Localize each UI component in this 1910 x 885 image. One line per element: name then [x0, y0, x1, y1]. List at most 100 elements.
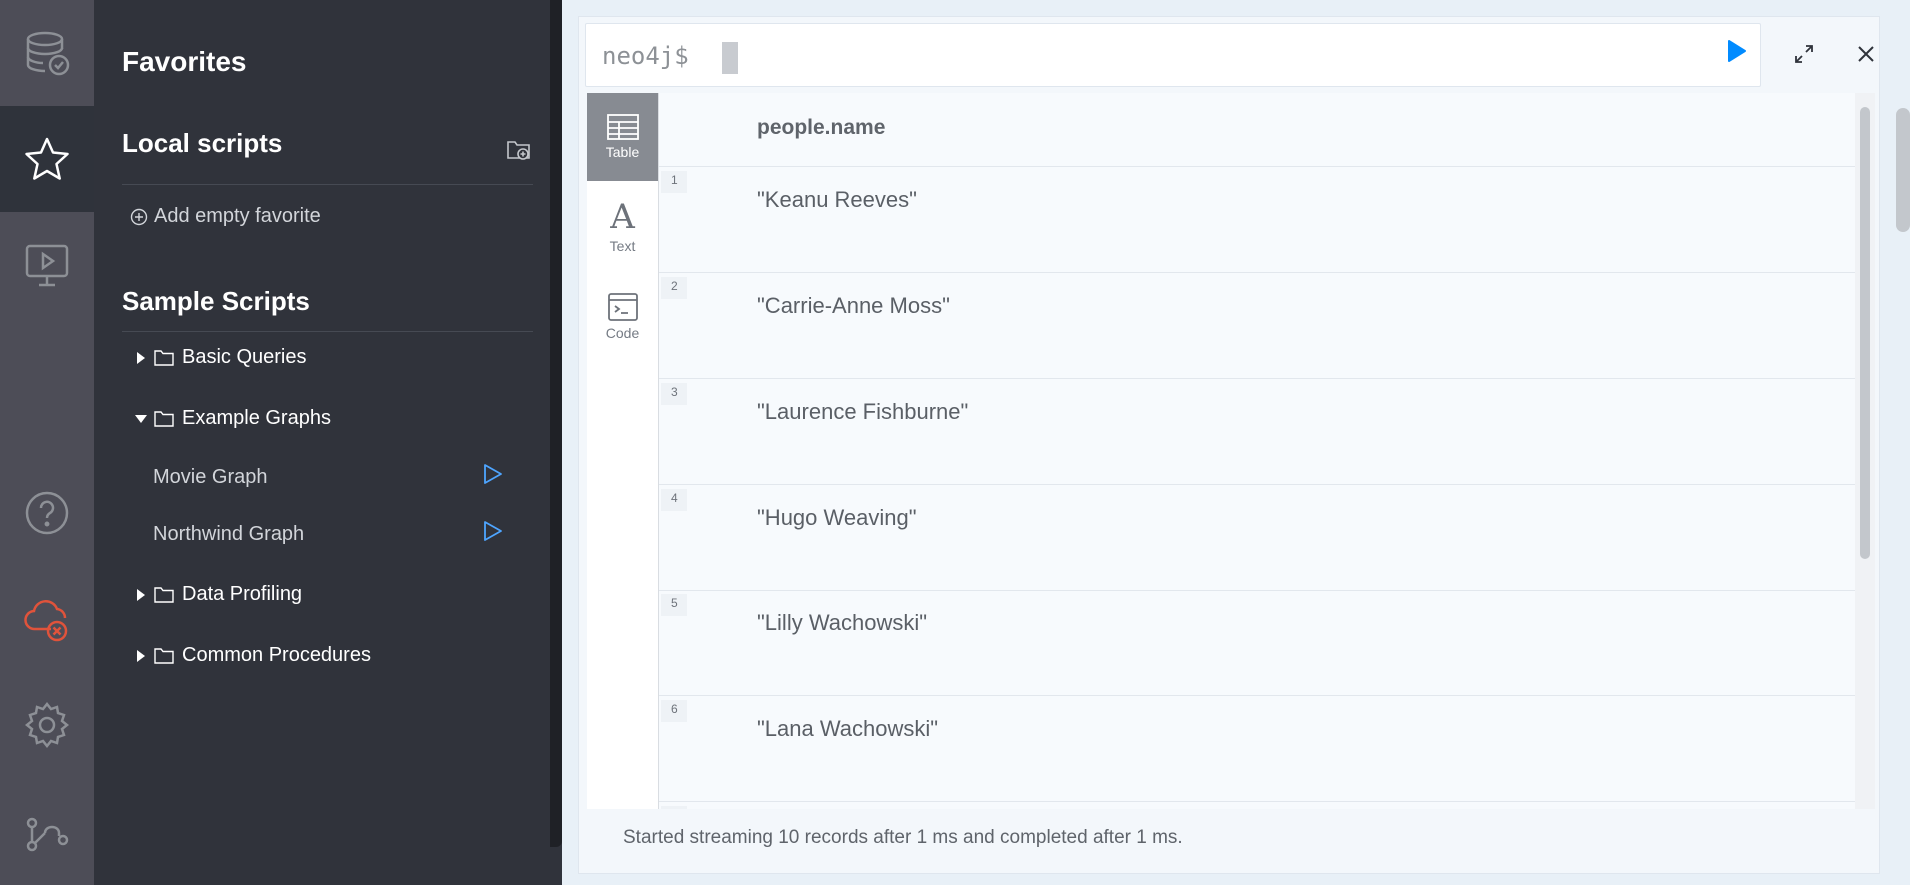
- sample-scripts-heading: Sample Scripts: [122, 286, 310, 316]
- plugins-button[interactable]: [0, 778, 94, 884]
- play-outline-icon: [484, 521, 502, 541]
- text-cursor: [722, 42, 738, 74]
- table-row: 3 "Laurence Fishburne": [659, 379, 1855, 485]
- table-row: 7: [659, 802, 1855, 809]
- folder-icon: [154, 647, 174, 664]
- row-index: 3: [661, 383, 687, 405]
- divider: [122, 184, 533, 185]
- table-icon: [606, 114, 639, 140]
- folder-basic-queries[interactable]: Basic Queries: [134, 346, 307, 369]
- tab-code[interactable]: Code: [587, 273, 658, 361]
- folder-icon: [154, 349, 174, 366]
- folder-label: Example Graphs: [182, 407, 331, 429]
- table-cell: "Hugo Weaving": [757, 505, 917, 530]
- add-empty-favorite-label: Add empty favorite: [154, 205, 321, 227]
- row-index: 5: [661, 594, 687, 616]
- result-view-tabs: Table A Text Code: [587, 93, 659, 809]
- editor-prompt: neo4j$: [602, 42, 689, 70]
- main-area: neo4j$ Table A Text Code people.name 1 "…: [562, 0, 1910, 885]
- tab-text[interactable]: A Text: [587, 183, 658, 271]
- table-row: 4 "Hugo Weaving": [659, 485, 1855, 591]
- caret-down-icon: [134, 414, 148, 423]
- page-scroll-thumb[interactable]: [1896, 108, 1910, 232]
- table-cell: "Keanu Reeves": [757, 187, 917, 212]
- tab-table[interactable]: Table: [587, 93, 658, 181]
- table-cell: "Carrie-Anne Moss": [757, 293, 950, 318]
- script-northwind-graph[interactable]: Northwind Graph: [153, 520, 503, 548]
- table-row: 5 "Lilly Wachowski": [659, 590, 1855, 696]
- add-empty-favorite-button[interactable]: Add empty favorite: [130, 205, 321, 228]
- play-outline-icon: [484, 464, 502, 484]
- drawer-title: Favorites: [122, 46, 247, 77]
- script-label: Movie Graph: [153, 465, 268, 488]
- script-movie-graph[interactable]: Movie Graph: [153, 463, 503, 491]
- settings-button[interactable]: [0, 672, 94, 778]
- row-index: 2: [661, 277, 687, 299]
- play-icon: [1728, 40, 1746, 62]
- monitor-play-icon: [25, 244, 69, 287]
- script-label: Northwind Graph: [153, 522, 305, 545]
- tab-label: Text: [609, 238, 636, 254]
- run-script-button[interactable]: [483, 463, 503, 491]
- help-icon: [25, 491, 69, 535]
- guides-button[interactable]: [0, 212, 94, 318]
- expand-icon: [1795, 45, 1813, 63]
- icon-rail: [0, 0, 94, 885]
- table-row: 1 "Keanu Reeves": [659, 167, 1855, 273]
- result-frame: neo4j$ Table A Text Code people.name 1 "…: [578, 16, 1880, 874]
- favorites-button[interactable]: [0, 106, 94, 212]
- database-icon: [26, 31, 70, 76]
- table-row: 2 "Carrie-Anne Moss": [659, 273, 1855, 379]
- connection-status-button[interactable]: [0, 566, 94, 672]
- divider: [122, 331, 533, 332]
- table-scrollbar[interactable]: [1855, 93, 1875, 809]
- run-query-button[interactable]: [1727, 39, 1747, 68]
- new-folder-button[interactable]: [506, 138, 532, 167]
- folder-add-icon: [507, 141, 530, 160]
- run-script-button[interactable]: [483, 520, 503, 548]
- drawer-scrollbar[interactable]: [550, 0, 562, 847]
- folder-label: Data Profiling: [182, 583, 303, 605]
- close-frame-button[interactable]: [1857, 45, 1875, 68]
- caret-right-icon: [134, 351, 148, 364]
- table-cell: "Laurence Fishburne": [757, 399, 969, 424]
- table-row: 6 "Lana Wachowski": [659, 696, 1855, 802]
- favorites-drawer: Favorites Local scripts Add empty favori…: [94, 0, 562, 885]
- cypher-editor[interactable]: neo4j$: [585, 23, 1761, 87]
- folder-example-graphs[interactable]: Example Graphs: [134, 407, 331, 430]
- local-scripts-heading: Local scripts: [122, 128, 283, 158]
- row-index: 1: [661, 171, 687, 193]
- row-index: 7: [661, 806, 687, 809]
- caret-right-icon: [134, 588, 148, 601]
- gear-icon: [24, 701, 70, 749]
- terminal-icon: [607, 293, 638, 321]
- help-button[interactable]: [0, 460, 94, 566]
- fullscreen-button[interactable]: [1795, 45, 1813, 68]
- folder-data-profiling[interactable]: Data Profiling: [134, 583, 302, 606]
- table-cell: "Lilly Wachowski": [757, 610, 928, 635]
- table-header: people.name: [659, 93, 1855, 167]
- folder-icon: [154, 410, 174, 427]
- table-cell: "Lana Wachowski": [757, 716, 939, 741]
- folder-icon: [154, 586, 174, 603]
- neo4j-plugin-icon: [26, 817, 69, 852]
- folder-label: Basic Queries: [182, 346, 307, 368]
- column-header: people.name: [757, 116, 886, 139]
- folder-common-procedures[interactable]: Common Procedures: [134, 644, 371, 667]
- results-table: people.name 1 "Keanu Reeves" 2 "Carrie-A…: [659, 93, 1855, 809]
- tab-label: Table: [605, 144, 640, 160]
- close-icon: [1858, 46, 1874, 62]
- row-index: 4: [661, 489, 687, 511]
- table-scroll-thumb[interactable]: [1860, 107, 1870, 559]
- text-icon: A: [610, 197, 635, 237]
- neo4j-browser: Favorites Local scripts Add empty favori…: [0, 0, 1910, 885]
- folder-label: Common Procedures: [182, 644, 371, 666]
- star-icon: [25, 137, 69, 180]
- tab-label: Code: [605, 325, 640, 341]
- caret-right-icon: [134, 649, 148, 662]
- row-index: 6: [661, 700, 687, 722]
- plus-circle-icon: [130, 208, 148, 225]
- database-button[interactable]: [0, 0, 94, 106]
- status-bar: Started streaming 10 records after 1 ms …: [623, 827, 1183, 848]
- cloud-disconnected-icon: [24, 600, 68, 642]
